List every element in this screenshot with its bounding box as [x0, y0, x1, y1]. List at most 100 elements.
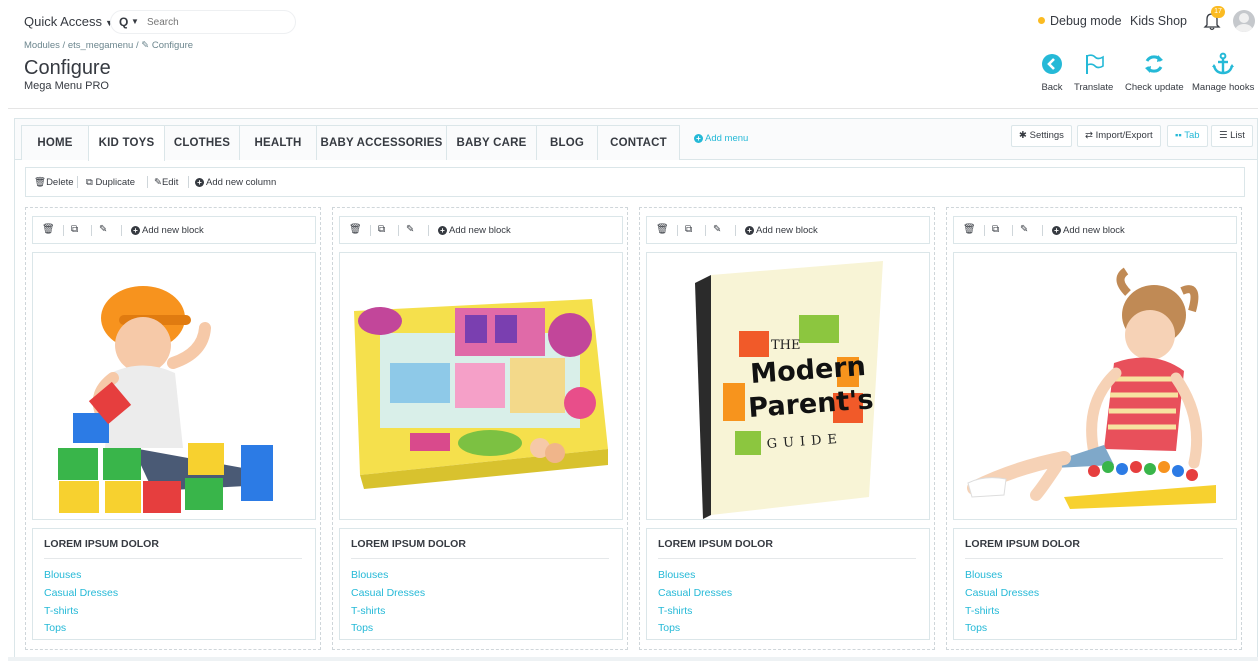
- link-blouses[interactable]: Blouses: [351, 567, 425, 585]
- block-links: Blouses Casual Dresses T-shirts Tops: [44, 567, 118, 638]
- link-t-shirts[interactable]: T-shirts: [44, 603, 118, 621]
- link-casual-dresses[interactable]: Casual Dresses: [351, 585, 425, 603]
- pencil-icon[interactable]: ✎: [99, 224, 107, 235]
- link-t-shirts[interactable]: T-shirts: [351, 603, 425, 621]
- block-content: LOREM IPSUM DOLOR Blouses Casual Dresses…: [32, 528, 316, 640]
- add-new-block-button[interactable]: + Add new block: [1052, 225, 1125, 236]
- search-box: Q ▼: [110, 10, 296, 34]
- add-new-block-label: Add new block: [142, 225, 204, 236]
- pencil-icon[interactable]: ✎: [406, 224, 414, 235]
- translate-label: Translate: [1074, 82, 1114, 93]
- flag-icon: [1085, 54, 1104, 74]
- search-input[interactable]: [147, 14, 287, 31]
- block-content: LOREM IPSUM DOLOR Blouses Casual Dresses…: [646, 528, 930, 640]
- block-links: Blouses Casual Dresses T-shirts Tops: [658, 567, 732, 638]
- quick-access-dropdown[interactable]: Quick Access▼: [24, 14, 114, 29]
- tab-view-label: Tab: [1184, 130, 1200, 141]
- plus-circle-icon: +: [745, 226, 754, 235]
- tab-clothes[interactable]: CLOTHES: [164, 125, 240, 160]
- block-title: LOREM IPSUM DOLOR: [965, 538, 1080, 550]
- separator: [188, 176, 189, 188]
- copy-icon[interactable]: ⧉: [71, 224, 78, 235]
- tab-baby-accessories[interactable]: BABY ACCESSORIES: [316, 125, 447, 160]
- tab-kid-toys[interactable]: KID TOYS: [88, 125, 165, 161]
- import-export-button[interactable]: ⇄ Import/Export: [1077, 125, 1161, 147]
- menu-column: 🗑 ⧉ ✎ + Add new block LOREM IPSUM DOLOR …: [332, 207, 628, 650]
- tab-baby-care[interactable]: BABY CARE: [446, 125, 537, 160]
- add-new-column-button[interactable]: + Add new column: [195, 177, 276, 188]
- parenting-book-image: THE Modern Parent's GUIDE: [695, 261, 883, 519]
- link-t-shirts[interactable]: T-shirts: [658, 603, 732, 621]
- back-label: Back: [1041, 82, 1063, 93]
- trash-icon[interactable]: 🗑: [963, 224, 976, 235]
- add-new-block-button[interactable]: + Add new block: [745, 225, 818, 236]
- block-links: Blouses Casual Dresses T-shirts Tops: [351, 567, 425, 638]
- notifications-bell[interactable]: 17: [1203, 6, 1225, 32]
- separator: [398, 225, 399, 236]
- link-tops[interactable]: Tops: [44, 620, 118, 638]
- tab-contact[interactable]: CONTACT: [597, 125, 680, 160]
- copy-icon[interactable]: ⧉: [992, 224, 999, 235]
- manage-hooks-button[interactable]: Manage hooks: [1192, 52, 1254, 93]
- trash-icon[interactable]: 🗑: [656, 224, 669, 235]
- duplicate-column-button[interactable]: ⧉ Duplicate: [86, 177, 135, 188]
- add-new-block-button[interactable]: + Add new block: [438, 225, 511, 236]
- copy-icon[interactable]: ⧉: [378, 224, 385, 235]
- link-tops[interactable]: Tops: [351, 620, 425, 638]
- block-content: LOREM IPSUM DOLOR Blouses Casual Dresses…: [953, 528, 1237, 640]
- settings-label: Settings: [1029, 130, 1064, 141]
- trash-icon[interactable]: 🗑: [42, 224, 55, 235]
- block-image: THE Modern Parent's GUIDE: [646, 252, 930, 520]
- pencil-icon[interactable]: ✎: [713, 224, 721, 235]
- search-icon[interactable]: Q: [119, 15, 128, 29]
- edit-label: Edit: [161, 177, 179, 188]
- tab-health[interactable]: HEALTH: [239, 125, 317, 160]
- add-new-block-button[interactable]: + Add new block: [131, 225, 204, 236]
- debug-mode-indicator[interactable]: Debug mode: [1038, 14, 1122, 28]
- settings-button[interactable]: ✱ Settings: [1011, 125, 1072, 147]
- check-update-button[interactable]: Check update: [1125, 52, 1184, 93]
- plus-circle-icon: +: [195, 178, 204, 187]
- link-blouses[interactable]: Blouses: [44, 567, 118, 585]
- delete-column-button[interactable]: 🗑Delete: [34, 177, 74, 188]
- link-blouses[interactable]: Blouses: [965, 567, 1039, 585]
- menu-tab-bar: HOME KID TOYS CLOTHES HEALTH BABY ACCESS…: [15, 119, 1257, 161]
- link-tops[interactable]: Tops: [965, 620, 1039, 638]
- separator: [370, 225, 371, 236]
- link-casual-dresses[interactable]: Casual Dresses: [658, 585, 732, 603]
- list-view-label: List: [1230, 130, 1245, 141]
- add-menu-link[interactable]: + Add menu: [694, 133, 748, 144]
- translate-button[interactable]: Translate: [1074, 52, 1113, 93]
- list-view-button[interactable]: ☰ List: [1211, 125, 1253, 147]
- copy-icon[interactable]: ⧉: [685, 224, 692, 235]
- link-casual-dresses[interactable]: Casual Dresses: [965, 585, 1039, 603]
- separator: [428, 225, 429, 236]
- link-tops[interactable]: Tops: [658, 620, 732, 638]
- tab-view-button[interactable]: ▪▪ Tab: [1167, 125, 1208, 147]
- edit-column-button[interactable]: ✎Edit: [154, 177, 178, 188]
- trash-icon[interactable]: 🗑: [349, 224, 362, 235]
- link-blouses[interactable]: Blouses: [658, 567, 732, 585]
- tab-home[interactable]: HOME: [21, 125, 89, 160]
- caret-down-icon[interactable]: ▼: [131, 17, 139, 26]
- girl-playing-image: [967, 267, 1216, 509]
- user-avatar[interactable]: [1233, 10, 1255, 32]
- separator: [91, 225, 92, 236]
- block-image: [953, 252, 1237, 520]
- menu-column: 🗑 ⧉ ✎ + Add new block THE Modern Parent's: [639, 207, 935, 650]
- trash-icon: 🗑: [34, 177, 47, 188]
- block-links: Blouses Casual Dresses T-shirts Tops: [965, 567, 1039, 638]
- link-casual-dresses[interactable]: Casual Dresses: [44, 585, 118, 603]
- shop-name-link[interactable]: Kids Shop: [1130, 14, 1187, 28]
- plus-circle-icon: +: [694, 134, 703, 143]
- link-t-shirts[interactable]: T-shirts: [965, 603, 1039, 621]
- back-button[interactable]: Back: [1040, 52, 1064, 93]
- duplicate-label: Duplicate: [95, 177, 136, 188]
- pencil-icon[interactable]: ✎: [1020, 224, 1028, 235]
- block-image: [339, 252, 623, 520]
- tab-blog[interactable]: BLOG: [536, 125, 598, 160]
- import-export-label: Import/Export: [1095, 130, 1153, 141]
- separator: [1012, 225, 1013, 236]
- delete-label: Delete: [46, 177, 74, 188]
- divider: [965, 558, 1223, 559]
